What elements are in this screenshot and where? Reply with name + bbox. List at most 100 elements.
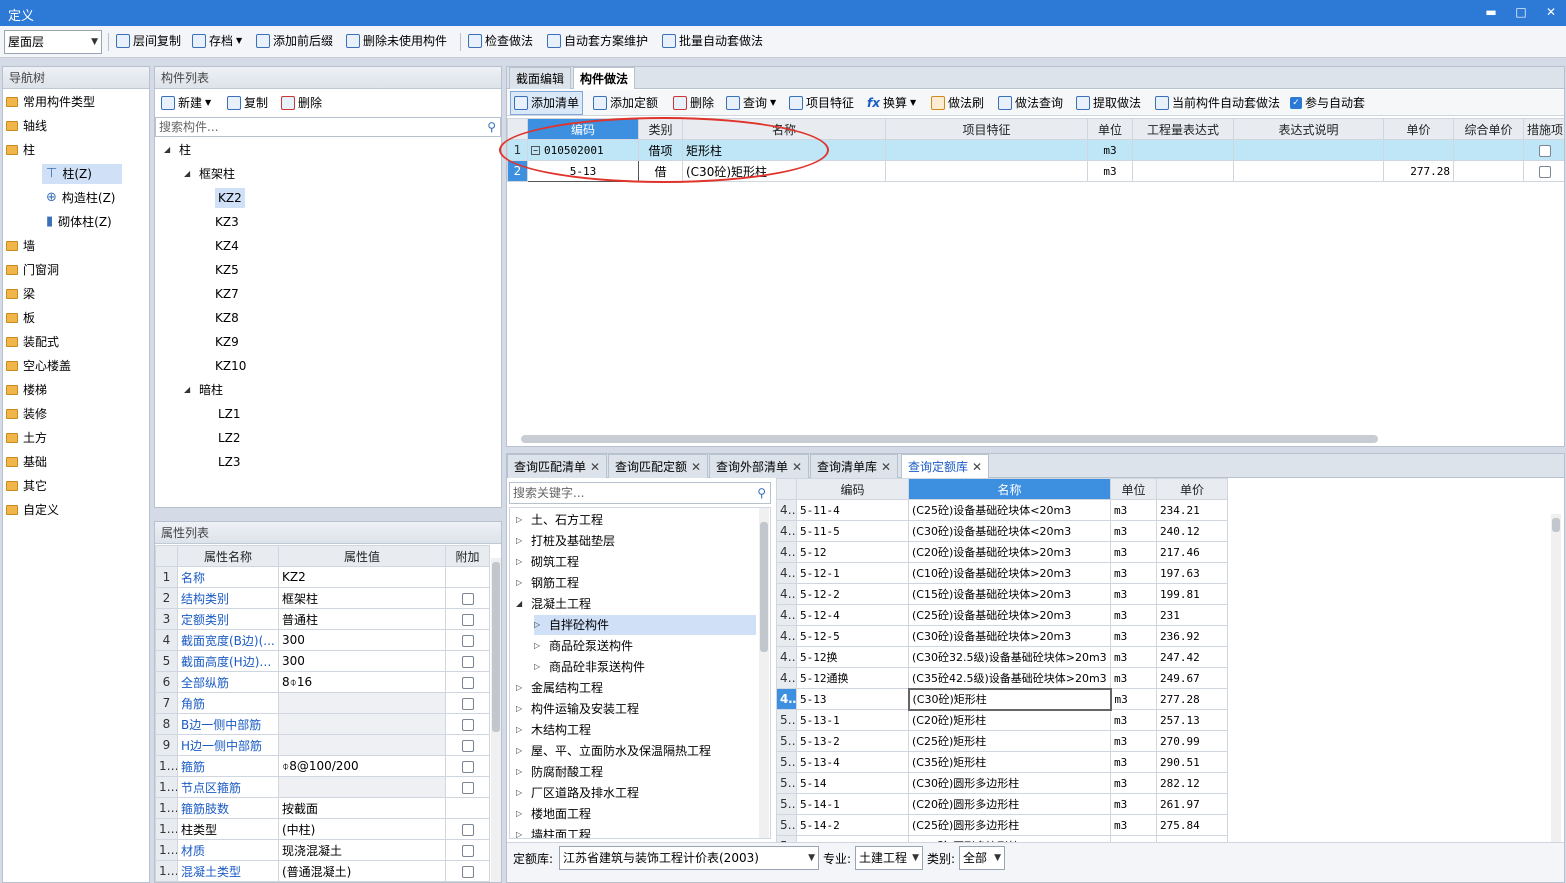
close-tab-icon[interactable]: ✕	[792, 460, 802, 474]
property-row[interactable]: 7 角筋	[155, 692, 490, 714]
component-item[interactable]: KZ8	[215, 308, 239, 328]
expand-arrow-icon[interactable]: ▷	[516, 573, 526, 593]
quota-tree-item[interactable]: ▷ 自拌砼构件	[534, 615, 756, 635]
property-row[interactable]: 8 B边一侧中部筋	[155, 713, 490, 735]
method-cell-expr[interactable]	[1132, 160, 1234, 182]
quota-tree-item[interactable]: ◢ 混凝土工程	[516, 594, 591, 614]
expand-arrow-icon[interactable]: ▷	[534, 657, 544, 677]
convert-button[interactable]: fx 换算 ▼	[867, 90, 916, 116]
check-method-button[interactable]: 检查做法	[468, 26, 533, 56]
nav-item-11[interactable]: 土方	[6, 428, 47, 448]
property-row[interactable]: 4 截面宽度(B边)(... 300	[155, 629, 490, 651]
expand-arrow-icon[interactable]: ◢	[184, 164, 194, 184]
extra-checkbox[interactable]	[461, 718, 474, 731]
method-cell-desc[interactable]	[1233, 139, 1384, 161]
property-row[interactable]: 2 结构类别 框架柱	[155, 587, 490, 609]
extra-checkbox[interactable]	[461, 760, 474, 773]
property-value[interactable]	[278, 734, 446, 756]
delete-button[interactable]: 删除	[281, 90, 322, 116]
property-row[interactable]: 3 定额类别 普通柱	[155, 608, 490, 630]
expand-arrow-icon[interactable]: ◢	[164, 140, 174, 160]
tree-group-hidden-column[interactable]: ◢ 暗柱	[184, 380, 223, 400]
expand-arrow-icon[interactable]: ▷	[516, 552, 526, 572]
expand-arrow-icon[interactable]: ▷	[516, 720, 526, 740]
quota-tree-item[interactable]: ▷ 打桩及基础垫层	[516, 531, 615, 551]
extra-checkbox[interactable]	[461, 844, 474, 857]
tree-group-frame-column[interactable]: ◢ 框架柱	[184, 164, 235, 184]
major-select[interactable]: 土建工程 ▼	[855, 846, 923, 870]
expand-arrow-icon[interactable]: ▷	[516, 804, 526, 824]
quota-tree-item[interactable]: ▷ 钢筋工程	[516, 573, 579, 593]
quota-row[interactable]: 45 5-12-4 (C25砼)设备基础砼块体>20m3 m3 231	[776, 604, 1228, 626]
quota-row[interactable]: 48 5-12通换 (C35砼42.5级)设备基础砼块体>20m3 m3 249.67	[776, 667, 1228, 689]
close-tab-icon[interactable]: ✕	[691, 460, 701, 474]
quota-tree-item[interactable]: ▷ 商品砼泵送构件	[534, 636, 633, 656]
property-value[interactable]: 按截面	[278, 797, 446, 819]
nav-item-7[interactable]: 装配式	[6, 332, 59, 352]
query-tab-1[interactable]: 查询匹配定额 ✕	[608, 454, 709, 478]
extra-checkbox[interactable]	[461, 865, 474, 878]
property-row[interactable]: 13 柱类型 (中柱)	[155, 818, 490, 840]
property-value[interactable]: 300	[278, 650, 446, 672]
component-search-input[interactable]: 搜索构件... ⚲	[155, 117, 501, 137]
delete-unused-button[interactable]: 删除未使用构件	[346, 26, 447, 56]
property-value[interactable]	[278, 776, 446, 798]
property-value[interactable]: ⌽8@100/200	[278, 755, 446, 777]
extra-checkbox[interactable]	[461, 613, 474, 626]
method-query-button[interactable]: 做法查询	[998, 90, 1063, 116]
close-icon[interactable]: ✕	[1542, 3, 1560, 21]
archive-button[interactable]: 存档 ▼	[192, 26, 242, 56]
method-cell-price[interactable]	[1383, 139, 1454, 161]
quota-tree-item[interactable]: ▷ 厂区道路及排水工程	[516, 783, 639, 803]
add-quota-button[interactable]: 添加定额	[593, 90, 658, 116]
nav-item-9[interactable]: 楼梯	[6, 380, 47, 400]
method-cell-total[interactable]	[1453, 139, 1524, 161]
close-tab-icon[interactable]: ✕	[590, 460, 600, 474]
extra-checkbox[interactable]	[461, 592, 474, 605]
extra-checkbox[interactable]	[461, 697, 474, 710]
tab-component-method[interactable]: 构件做法	[573, 67, 636, 89]
property-value[interactable]: 现浇混凝土	[278, 839, 446, 861]
component-item[interactable]: KZ2	[215, 188, 245, 208]
nav-item-12[interactable]: 基础	[6, 452, 47, 472]
property-value[interactable]: (中柱)	[278, 818, 446, 840]
property-value[interactable]: 300	[278, 629, 446, 651]
quota-row[interactable]: 54 5-14-1 (C20砼)圆形多边形柱 m3 261.97	[776, 793, 1228, 815]
nav-item-6[interactable]: 板	[6, 308, 35, 328]
quota-row[interactable]: 46 5-12-5 (C30砼)设备基础砼块体>20m3 m3 236.92	[776, 625, 1228, 647]
method-cell-desc[interactable]	[1233, 160, 1384, 182]
quota-tree-item[interactable]: ▷ 楼地面工程	[516, 804, 591, 824]
quota-lib-select[interactable]: 江苏省建筑与装饰工程计价表(2003) ▼	[559, 846, 819, 870]
expand-arrow-icon[interactable]: ▷	[516, 699, 526, 719]
component-item[interactable]: KZ5	[215, 260, 239, 280]
component-item[interactable]: KZ9	[215, 332, 239, 352]
nav-item-13[interactable]: 其它	[6, 476, 47, 496]
close-tab-icon[interactable]: ✕	[972, 460, 982, 474]
query-tab-2[interactable]: 查询外部清单 ✕	[709, 454, 810, 478]
extra-checkbox[interactable]	[461, 823, 474, 836]
quota-row[interactable]: 52 5-13-4 (C35砼)矩形柱 m3 290.51	[776, 751, 1228, 773]
nav-column-child-1[interactable]: ⊕ 构造柱(Z)	[42, 188, 120, 208]
method-cell-expr[interactable]	[1132, 139, 1234, 161]
quota-row[interactable]: 44 5-12-2 (C15砼)设备基础砼块体>20m3 m3 199.81	[776, 583, 1228, 605]
item-feature-button[interactable]: 项目特征	[789, 90, 854, 116]
method-cell-total[interactable]	[1453, 160, 1524, 182]
component-item[interactable]: KZ4	[215, 236, 239, 256]
component-item[interactable]: KZ7	[215, 284, 239, 304]
method-cell-unit[interactable]: m3	[1087, 160, 1133, 182]
property-row[interactable]: 9 H边一侧中部筋	[155, 734, 490, 756]
nav-item-0[interactable]: 常用构件类型	[6, 92, 95, 112]
property-row[interactable]: 10 箍筋 ⌽8@100/200	[155, 755, 490, 777]
component-item[interactable]: LZ1	[218, 404, 241, 424]
expand-arrow-icon[interactable]: ◢	[184, 380, 194, 400]
quota-tree-item[interactable]: ▷ 砌筑工程	[516, 552, 579, 572]
nav-item-8[interactable]: 空心楼盖	[6, 356, 71, 376]
expand-arrow-icon[interactable]: ▷	[516, 825, 526, 838]
join-auto-apply-checkbox[interactable]: ✓ 参与自动套	[1290, 90, 1365, 116]
property-value[interactable]: 8⌽16	[278, 671, 446, 693]
method-cell-price[interactable]: 277.28	[1383, 160, 1454, 182]
copy-button[interactable]: 复制	[227, 90, 268, 116]
quota-row[interactable]: 50 5-13-1 (C20砼)矩形柱 m3 257.13	[776, 709, 1228, 731]
quota-tree-item[interactable]: ▷ 构件运输及安装工程	[516, 699, 639, 719]
property-value[interactable]: 框架柱	[278, 587, 446, 609]
